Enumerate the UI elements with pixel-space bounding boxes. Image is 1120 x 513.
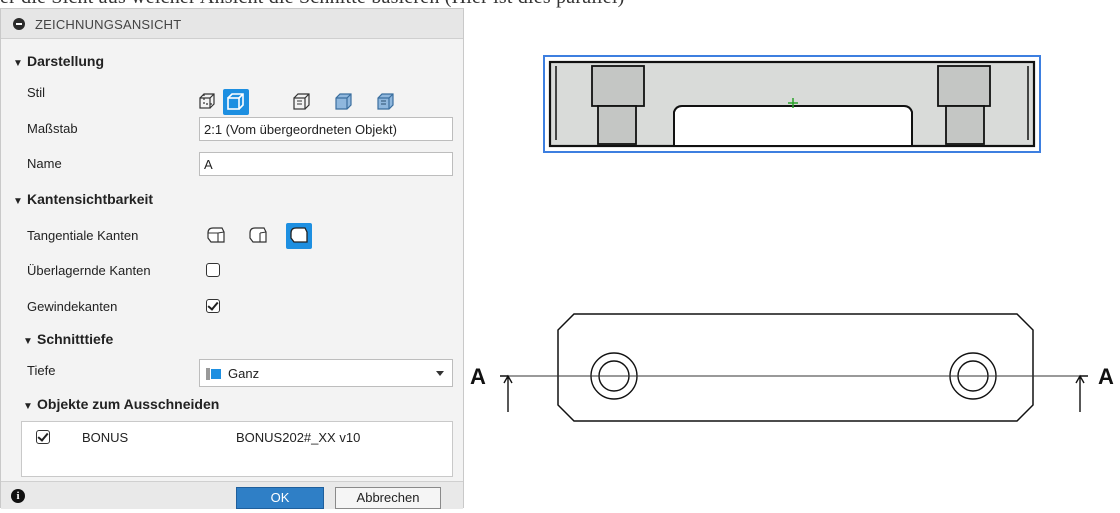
style-shaded-icon[interactable]	[331, 89, 357, 115]
counterbore-right	[937, 65, 991, 107]
info-icon[interactable]: i	[11, 489, 25, 503]
hole-left	[597, 105, 637, 145]
dialog-footer: i OK Abbrechen	[1, 481, 463, 509]
style-hidden-edges-icon[interactable]	[289, 89, 315, 115]
expand-triangle-icon: ▼	[13, 196, 23, 207]
plate-outline	[557, 313, 1034, 422]
ueberlagernd-label: Überlagernde Kanten	[27, 263, 151, 278]
drawing-canvas: A A	[464, 0, 1120, 508]
counterbore-left	[591, 65, 645, 107]
section-schnitttiefe[interactable]: ▼ Schnitttiefe	[23, 331, 113, 347]
massstab-field[interactable]: 2:1 (Vom übergeordneten Objekt)	[199, 117, 453, 141]
style-visible-icon[interactable]	[223, 89, 249, 115]
gewinde-checkbox[interactable]	[206, 299, 220, 313]
section-arrow-left-icon	[503, 374, 513, 412]
dialog-title: ZEICHNUNGSANSICHT	[35, 17, 182, 32]
section-label-right: A	[1098, 364, 1114, 389]
object-document: BONUS202#_XX v10	[236, 430, 361, 445]
expand-triangle-icon: ▼	[13, 58, 23, 69]
cancel-button[interactable]: Abbrechen	[335, 487, 441, 509]
tiefe-value: Ganz	[228, 366, 260, 381]
name-field[interactable]: A	[199, 152, 453, 176]
dialog-header: ZEICHNUNGSANSICHT	[1, 9, 463, 39]
tiefe-label: Tiefe	[27, 363, 56, 378]
tiefe-select[interactable]: Ganz	[199, 359, 453, 387]
bonus-checkbox[interactable]	[36, 430, 50, 444]
section-darstellung[interactable]: ▼ Darstellung	[13, 53, 104, 69]
tangent-edges-short-icon[interactable]	[245, 223, 271, 249]
expand-triangle-icon: ▼	[23, 401, 33, 412]
stil-label: Stil	[27, 85, 46, 100]
section-kantensichtbarkeit[interactable]: ▼ Kantensichtbarkeit	[13, 191, 153, 207]
select-depth-icon	[206, 367, 222, 381]
bottom-pocket	[673, 105, 913, 147]
tangential-label: Tangentiale Kanten	[27, 228, 139, 243]
massstab-label: Maßstab	[27, 121, 78, 136]
drawing-view-dialog: ZEICHNUNGSANSICHT ▼ Darstellung Stil Maßs…	[0, 8, 464, 509]
ueberlagernd-checkbox[interactable]	[206, 263, 220, 277]
tangent-edges-full-icon[interactable]	[203, 223, 229, 249]
ok-button[interactable]: OK	[236, 487, 324, 509]
hole-right	[945, 105, 985, 145]
collapse-icon[interactable]	[13, 18, 25, 30]
section-label-left: A	[470, 364, 486, 389]
style-shaded-hidden-icon[interactable]	[373, 89, 399, 115]
tangent-edges-off-icon[interactable]	[286, 223, 312, 249]
expand-triangle-icon: ▼	[23, 336, 33, 347]
section-view[interactable]	[543, 55, 1041, 153]
chevron-down-icon[interactable]	[436, 371, 444, 376]
object-name: BONUS	[82, 430, 129, 445]
section-arrow-right-icon	[1075, 374, 1085, 412]
gewinde-label: Gewindekanten	[27, 299, 118, 314]
name-label: Name	[27, 156, 62, 171]
objects-list: BONUS BONUS202#_XX v10	[21, 421, 453, 477]
base-view[interactable]	[500, 313, 1088, 422]
style-visible-edges-icon[interactable]	[195, 89, 221, 115]
section-objekte[interactable]: ▼ Objekte zum Ausschneiden	[23, 396, 219, 412]
list-item[interactable]: BONUS BONUS202#_XX v10	[22, 422, 452, 452]
